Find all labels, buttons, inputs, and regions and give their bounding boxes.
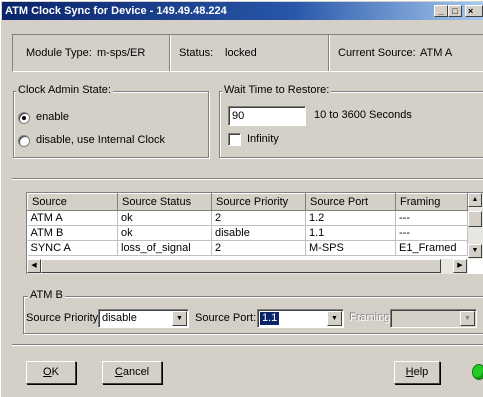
table-row[interactable]: SYNC A loss_of_signal 2 M-SPS E1_Framed bbox=[27, 240, 468, 256]
window-title: ATM Clock Sync for Device - 149.49.48.22… bbox=[5, 5, 227, 17]
status-value: locked bbox=[225, 47, 257, 59]
cancel-label: ancel bbox=[122, 366, 150, 378]
table-cell: ATM A bbox=[27, 210, 118, 226]
close-icon: × bbox=[468, 6, 474, 16]
ok-mnemonic: O bbox=[43, 366, 52, 378]
help-label: elp bbox=[413, 366, 429, 378]
clock-admin-legend: Clock Admin State: bbox=[16, 84, 113, 96]
source-grid: Source Source Status Source Priority Sou… bbox=[27, 193, 468, 256]
table-cell: disable bbox=[211, 225, 306, 241]
table-header-row: Source Source Status Source Priority Sou… bbox=[27, 193, 468, 211]
module-type-label: Module Type: bbox=[26, 47, 92, 59]
table-cell: SYNC A bbox=[27, 240, 118, 256]
table-cell: 1.1 bbox=[305, 225, 396, 241]
maximize-icon: □ bbox=[452, 6, 458, 16]
source-detail-legend: ATM B bbox=[28, 289, 65, 301]
ok-button[interactable]: OK bbox=[26, 361, 76, 384]
info-divider bbox=[169, 35, 171, 71]
scroll-down-button[interactable]: ▼ bbox=[468, 244, 482, 258]
minimize-button[interactable]: _ bbox=[434, 5, 448, 17]
enable-radio[interactable] bbox=[18, 112, 30, 124]
table-row[interactable]: ATM A ok 2 1.2 --- bbox=[27, 210, 468, 226]
separator bbox=[12, 178, 483, 180]
infinity-checkbox[interactable] bbox=[228, 133, 241, 146]
wait-time-legend: Wait Time to Restore: bbox=[222, 84, 332, 96]
scroll-down-icon: ▼ bbox=[471, 247, 479, 254]
wait-time-range: 10 to 3600 Seconds bbox=[314, 109, 412, 121]
separator bbox=[12, 344, 483, 346]
help-button[interactable]: Help bbox=[394, 361, 440, 384]
table-row[interactable]: ATM B ok disable 1.1 --- bbox=[27, 225, 468, 241]
disable-internal-clock-radio[interactable] bbox=[18, 135, 30, 147]
chevron-down-icon[interactable]: ▼ bbox=[327, 311, 342, 326]
table-cell: loss_of_signal bbox=[117, 240, 212, 256]
table-cell: 1.2 bbox=[305, 210, 396, 226]
source-priority-label: Source Priority: bbox=[26, 312, 102, 324]
close-button[interactable]: × bbox=[465, 5, 483, 17]
cancel-mnemonic: C bbox=[114, 366, 123, 378]
scroll-left-button[interactable]: ◀ bbox=[27, 259, 41, 273]
status-label: Status: bbox=[179, 47, 214, 59]
table-cell: --- bbox=[395, 210, 468, 226]
column-header[interactable]: Source Status bbox=[117, 193, 212, 211]
table-cell: ATM B bbox=[27, 225, 118, 241]
table-cell: 2 bbox=[211, 240, 306, 256]
table-cell: 2 bbox=[211, 210, 306, 226]
disable-internal-clock-label[interactable]: disable, use Internal Clock bbox=[36, 134, 165, 146]
cancel-button[interactable]: Cancel bbox=[102, 361, 162, 384]
module-type-value: m-sps/ER bbox=[97, 47, 146, 59]
enable-radio-label[interactable]: enable bbox=[36, 111, 69, 123]
minimize-icon: _ bbox=[438, 6, 444, 16]
framing-dropdown[interactable]: ▼ bbox=[390, 309, 477, 328]
current-source-label: Current Source: bbox=[338, 47, 416, 59]
source-priority-dropdown[interactable]: disable ▼ bbox=[98, 309, 189, 328]
table-cell: E1_Framed bbox=[395, 240, 468, 256]
dialog-window: ATM Clock Sync for Device - 149.49.48.22… bbox=[0, 0, 483, 397]
chevron-down-icon[interactable]: ▼ bbox=[460, 311, 475, 326]
scroll-left-icon: ◀ bbox=[31, 262, 37, 269]
wait-time-group: Wait Time to Restore: 90 10 to 3600 Seco… bbox=[219, 84, 483, 158]
current-source-value: ATM A bbox=[420, 47, 453, 59]
column-header[interactable]: Source Priority bbox=[211, 193, 306, 211]
table-cell: ok bbox=[117, 210, 212, 226]
source-port-dropdown[interactable]: 1.1 ▼ bbox=[257, 309, 344, 328]
help-mnemonic: H bbox=[405, 366, 414, 378]
horizontal-scroll-thumb[interactable] bbox=[41, 259, 441, 273]
table-cell: --- bbox=[395, 225, 468, 241]
scroll-right-button[interactable]: ▶ bbox=[453, 259, 467, 273]
ok-label: K bbox=[51, 366, 59, 378]
scroll-up-icon: ▲ bbox=[471, 196, 479, 203]
info-panel: Module Type: m-sps/ER Status: locked Cur… bbox=[12, 34, 483, 72]
scroll-thumb[interactable] bbox=[468, 211, 482, 227]
wait-time-input[interactable]: 90 bbox=[228, 106, 306, 126]
info-divider bbox=[328, 35, 330, 71]
source-table[interactable]: Source Source Status Source Priority Sou… bbox=[26, 192, 483, 274]
column-header[interactable]: Framing bbox=[395, 193, 468, 211]
table-cell: ok bbox=[117, 225, 212, 241]
source-port-label: Source Port: bbox=[195, 312, 257, 324]
scroll-up-button[interactable]: ▲ bbox=[468, 193, 482, 207]
source-priority-value: disable bbox=[102, 312, 137, 324]
status-indicator-icon bbox=[472, 364, 483, 380]
maximize-button[interactable]: □ bbox=[448, 5, 462, 17]
column-header[interactable]: Source bbox=[27, 193, 118, 211]
clock-admin-group: Clock Admin State: enable disable, use I… bbox=[13, 84, 209, 158]
title-bar[interactable]: ATM Clock Sync for Device - 149.49.48.22… bbox=[2, 2, 483, 20]
scroll-right-icon: ▶ bbox=[457, 262, 463, 269]
vertical-scrollbar[interactable]: ▲ ▼ bbox=[468, 193, 483, 259]
table-cell: M-SPS bbox=[305, 240, 396, 256]
chevron-down-icon[interactable]: ▼ bbox=[172, 311, 187, 326]
horizontal-scrollbar[interactable]: ◀ ▶ bbox=[27, 259, 468, 274]
framing-label: Framing: bbox=[350, 312, 394, 324]
infinity-label[interactable]: Infinity bbox=[247, 133, 279, 145]
source-port-value: 1.1 bbox=[258, 311, 281, 326]
column-header[interactable]: Source Port bbox=[305, 193, 396, 211]
